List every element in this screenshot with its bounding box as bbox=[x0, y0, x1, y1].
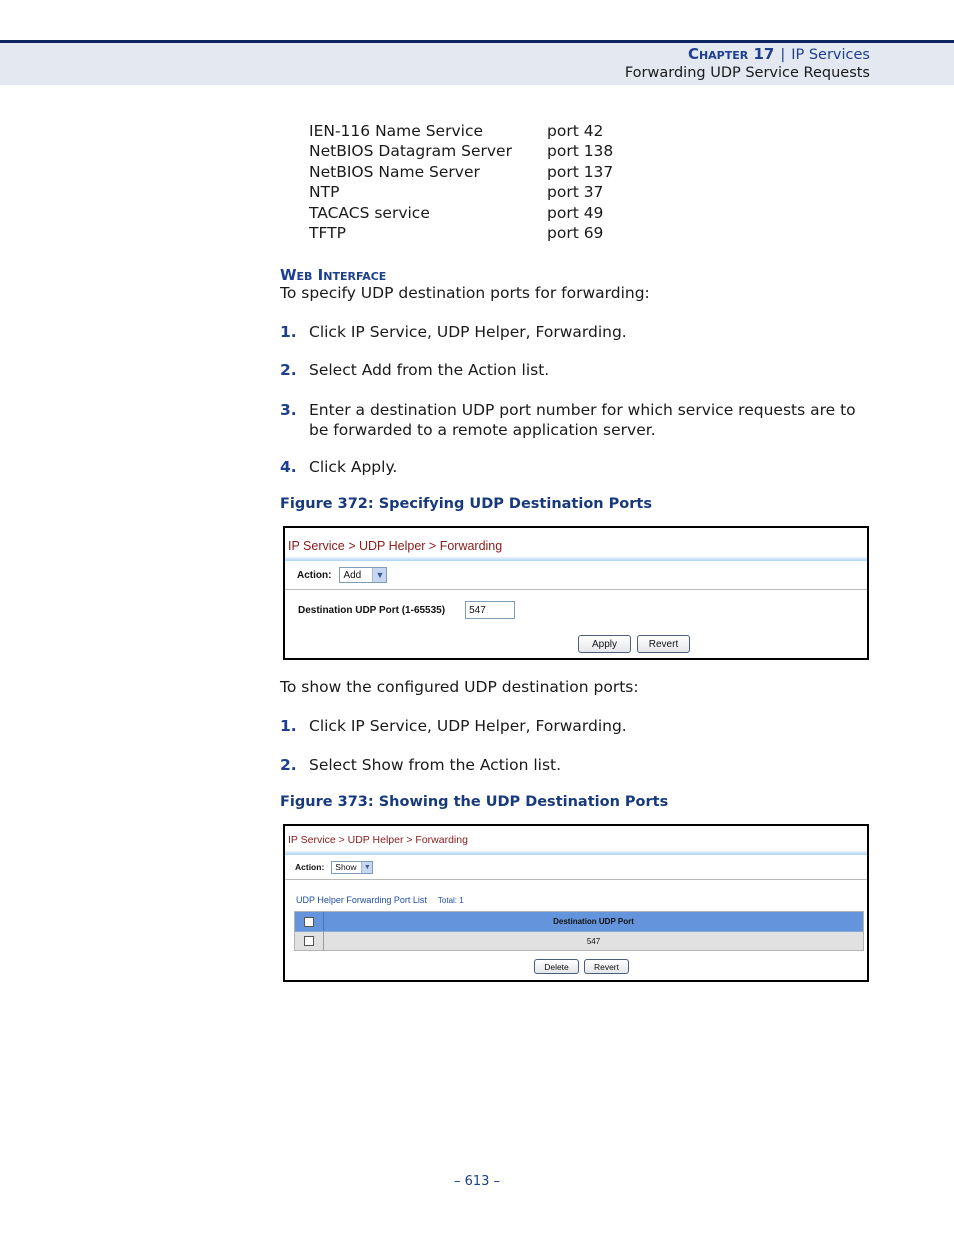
step-text: Click IP Service, UDP Helper, Forwarding… bbox=[309, 323, 627, 341]
dest-port-cell: 547 bbox=[586, 936, 601, 946]
port-row: NetBIOS Name Server port 137 bbox=[309, 162, 613, 182]
step-number: 2. bbox=[280, 361, 297, 379]
action-label: Action: bbox=[295, 862, 325, 872]
step-item: 4. Click Apply. bbox=[280, 458, 870, 478]
page-number: – 613 – bbox=[453, 1174, 501, 1189]
action-label: Action: bbox=[297, 569, 332, 581]
step-number: 1. bbox=[280, 323, 297, 341]
port-row: NTP port 37 bbox=[309, 182, 613, 202]
step-number: 1. bbox=[280, 717, 297, 735]
table-row: 547 bbox=[295, 931, 863, 950]
column-header-dest-port[interactable]: Destination UDP Port bbox=[324, 912, 863, 931]
table-header-row: Destination UDP Port bbox=[295, 912, 863, 931]
step-item: 1. Click IP Service, UDP Helper, Forward… bbox=[280, 323, 870, 343]
step-text: Click IP Service, UDP Helper, Forwarding… bbox=[309, 717, 627, 735]
button-row: Apply Revert bbox=[578, 635, 690, 653]
list-title: UDP Helper Forwarding Port List bbox=[296, 895, 427, 905]
figure-373-caption: Figure 373: Showing the UDP Destination … bbox=[280, 794, 669, 810]
figure-372-caption: Figure 372: Specifying UDP Destination P… bbox=[280, 496, 652, 512]
service-port: port 69 bbox=[547, 224, 604, 243]
delete-button[interactable]: Delete bbox=[534, 959, 579, 974]
port-row: TACACS service port 49 bbox=[309, 203, 613, 223]
port-list: IEN-116 Name Service port 42 NetBIOS Data… bbox=[309, 121, 613, 243]
port-row: TFTP port 69 bbox=[309, 223, 613, 243]
step-item: 2. Select Add from the Action list. bbox=[280, 361, 870, 381]
service-name: IEN-116 Name Service bbox=[309, 122, 484, 140]
service-name: TACACS service bbox=[309, 203, 430, 222]
dest-port-input[interactable]: 547 bbox=[465, 601, 516, 619]
step-number: 3. bbox=[280, 401, 297, 419]
breadcrumb: IP Service > UDP Helper > Forwarding bbox=[288, 834, 468, 846]
step-number: 4. bbox=[280, 458, 297, 476]
breadcrumb: IP Service > UDP Helper > Forwarding bbox=[288, 539, 503, 553]
action-row: Action: Show ▼ bbox=[285, 855, 867, 879]
port-row: NetBIOS Datagram Server port 138 bbox=[309, 141, 613, 161]
port-row: IEN-116 Name Service port 42 bbox=[309, 121, 613, 141]
row-select-cell bbox=[295, 932, 324, 950]
action-row: Action: Add ▼ bbox=[285, 561, 867, 589]
action-select-value: Add bbox=[343, 569, 362, 581]
step-text: Select Add from the Action list. bbox=[309, 361, 550, 379]
row-checkbox[interactable] bbox=[304, 936, 314, 946]
service-name: NetBIOS Name Server bbox=[309, 162, 480, 181]
apply-button[interactable]: Apply bbox=[578, 635, 631, 653]
select-all-cell bbox=[295, 912, 324, 931]
web-interface-heading: Web Interface bbox=[280, 266, 387, 284]
intro-show: To show the configured UDP destination p… bbox=[280, 678, 639, 696]
service-name: NetBIOS Datagram Server bbox=[309, 142, 512, 161]
service-port: port 138 bbox=[547, 142, 614, 161]
step-text: Click Apply. bbox=[309, 458, 398, 476]
revert-button[interactable]: Revert bbox=[637, 635, 690, 653]
step-item: 1. Click IP Service, UDP Helper, Forward… bbox=[280, 717, 870, 737]
step-text: Select Show from the Action list. bbox=[309, 756, 562, 774]
button-row: Delete Revert bbox=[534, 959, 629, 974]
revert-button[interactable]: Revert bbox=[584, 959, 629, 974]
figure-372-screenshot: IP Service > UDP Helper > Forwarding Act… bbox=[283, 526, 869, 660]
select-all-checkbox[interactable] bbox=[304, 916, 314, 927]
port-list-table: Destination UDP Port 547 bbox=[294, 911, 864, 951]
service-port: port 37 bbox=[547, 183, 604, 202]
action-select[interactable]: Show ▼ bbox=[331, 860, 374, 874]
step-number: 2. bbox=[280, 756, 297, 774]
chevron-down-icon[interactable]: ▼ bbox=[372, 568, 387, 582]
step-item: 3. Enter a destination UDP port number f… bbox=[280, 401, 870, 440]
service-name: NTP bbox=[309, 183, 340, 202]
list-title-row: UDP Helper Forwarding Port List Total: 1 bbox=[285, 880, 867, 911]
service-port: port 137 bbox=[547, 162, 614, 181]
step-item: 2. Select Show from the Action list. bbox=[280, 756, 870, 776]
chapter-title: IP Services bbox=[791, 47, 870, 63]
header-separator: | bbox=[780, 47, 786, 63]
step-text: Enter a destination UDP port number for … bbox=[309, 401, 856, 439]
section-title: Forwarding UDP Service Requests bbox=[624, 65, 870, 81]
service-name: TFTP bbox=[309, 224, 346, 243]
service-port: port 42 bbox=[547, 122, 604, 140]
dest-port-label: Destination UDP Port (1-65535) bbox=[298, 604, 446, 616]
figure-373-screenshot: IP Service > UDP Helper > Forwarding Act… bbox=[283, 824, 869, 982]
service-port: port 49 bbox=[547, 203, 604, 222]
chevron-down-icon[interactable]: ▼ bbox=[361, 861, 373, 873]
dest-port-row: Destination UDP Port (1-65535) 547 bbox=[285, 590, 867, 630]
list-total: Total: 1 bbox=[437, 896, 464, 905]
intro-specify: To specify UDP destination ports for for… bbox=[280, 284, 650, 302]
running-header: Chapter 17 | IP Services Forwarding UDP Se… bbox=[625, 45, 870, 82]
chapter-label: Chapter 17 bbox=[687, 45, 775, 63]
action-select[interactable]: Add ▼ bbox=[339, 567, 388, 583]
action-select-value: Show bbox=[335, 862, 357, 872]
